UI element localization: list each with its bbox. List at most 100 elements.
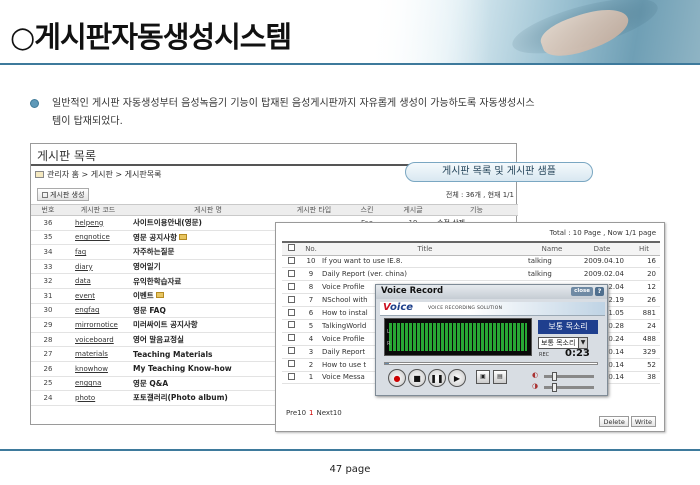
row-checkbox-cell [282,319,300,333]
post-cell-hit: 16 [628,255,660,269]
board-cell-text: faq [75,247,87,256]
board-column-header: 게시글 [391,204,435,216]
record-button[interactable]: ● [388,369,406,387]
board-cell-text: 포토갤러리(Photo album) [133,393,228,403]
close-button[interactable]: close [571,287,593,296]
row-checkbox[interactable] [287,360,295,368]
board-cell-no: 32 [31,273,65,289]
board-cell-no: 31 [31,288,65,304]
row-checkbox[interactable] [287,282,295,290]
mic-volume-slider[interactable] [544,372,594,381]
post-cell-title[interactable]: If you want to use IE.8. [322,255,528,269]
upload-button[interactable]: ▤ [493,370,507,384]
speaker-icon: ◑ [532,382,539,390]
create-board-button[interactable]: 게시판 생성 [37,188,90,201]
stop-button[interactable]: ■ [408,369,426,387]
board-cell-no: 36 [31,215,65,231]
post-cell-no: 10 [300,255,322,269]
board-cell-code[interactable]: mirrornotice [65,317,131,333]
board-cell-text: 25 [43,379,53,388]
row-checkbox[interactable] [287,334,295,342]
board-cell-code[interactable]: knowhow [65,361,131,377]
sample-caption: 게시판 목록 및 게시판 샘플 [405,162,593,182]
board-cell-code[interactable]: event [65,288,131,304]
board-cell-name: 사이트이용안내(영문) [131,215,285,231]
board-cell-no: 30 [31,303,65,319]
board-cell-code[interactable]: materials [65,346,131,362]
board-cell-text: 영문 공지사항 [133,232,178,242]
board-cell-no: 29 [31,317,65,333]
select-all-checkbox[interactable] [287,244,295,252]
row-checkbox[interactable] [287,295,295,303]
board-cell-code[interactable]: helpeng [65,215,131,231]
row-checkbox[interactable] [287,321,295,329]
pagination: Pre10 1 Next10 [286,409,342,417]
post-cell-title[interactable]: Daily Report (ver. china) [322,267,528,282]
board-cell-no: 24 [31,390,65,406]
post-cell-hit: 488 [628,332,660,346]
upload-icon: ▤ [497,373,503,380]
board-cell-text: Teaching Materials [133,349,213,359]
microphone-icon: ◐ [532,371,539,379]
save-icon: ▣ [480,373,486,380]
board-cell-code[interactable]: engqna [65,376,131,392]
board-column-header: 게시판 타입 [285,204,343,216]
row-checkbox[interactable] [287,269,295,277]
table-row: 9 Daily Report (ver. china) talking 2009.02… [282,267,660,282]
board-cell-text: 영어 말음교정실 [133,335,184,345]
play-icon: ▶ [453,374,461,383]
board-cell-name: 영어 말음교정실 [131,332,285,348]
board-cell-text: 27 [43,350,53,359]
meter-left-label: L [387,329,390,335]
board-cell-name: 영문 공지사항 [131,230,285,246]
speaker-volume-slider[interactable] [544,383,594,392]
voice-logo-text: oice [390,302,414,313]
post-cell-date: 2009.04.10 [576,255,628,269]
post-cell-no: 2 [300,358,322,372]
board-cell-no: 26 [31,361,65,377]
delete-button[interactable]: Delete [599,416,629,427]
board-cell-code[interactable]: engnotice [65,230,131,246]
board-cell-code[interactable]: photo [65,390,131,406]
board-cell-code[interactable]: engfaq [65,303,131,319]
current-page[interactable]: 1 [309,409,313,417]
board-cell-code[interactable]: voiceboard [65,332,131,348]
board-cell-name: 영문 FAQ [131,303,285,319]
list-total: Total : 10 Page , Now 1/1 page [549,229,656,237]
board-cell-text: 36 [43,218,53,227]
board-cell-name: 포토갤러리(Photo album) [131,390,285,406]
save-button[interactable]: ▣ [476,370,490,384]
slide-header: ○게시판자동생성시스템 [0,0,700,64]
write-button[interactable]: Write [630,416,656,427]
post-cell-hit: 26 [628,293,660,308]
post-cell-hit: 881 [628,306,660,320]
row-checkbox[interactable] [287,372,295,380]
board-cell-code[interactable]: faq [65,244,131,260]
board-cell-text: mirrornotice [75,320,118,329]
write-label: Write [634,418,652,426]
row-checkbox[interactable] [287,347,295,355]
slider-knob[interactable] [552,372,557,381]
board-cell-text: knowhow [75,364,108,373]
board-cell-text: 미러싸이트 공지사항 [133,320,198,330]
play-button[interactable]: ▶ [448,369,466,387]
prev-page-link[interactable]: Pre10 [286,409,306,417]
board-cell-name: 이벤트 [131,288,285,304]
board-cell-code[interactable]: diary [65,259,131,275]
next-page-link[interactable]: Next10 [317,409,342,417]
folder-icon [35,171,44,178]
row-checkbox[interactable] [287,256,295,264]
voice-title-bar: Voice Record close ? [376,285,607,299]
board-cell-code[interactable]: data [65,273,131,289]
post-cell-date: 2009.02.04 [576,267,628,282]
board-cell-text: 유익한학습자료 [133,276,182,286]
board-cell-no: 28 [31,332,65,348]
help-button[interactable]: ? [595,287,604,296]
page-icon [42,192,48,198]
row-checkbox[interactable] [287,308,295,316]
slider-knob[interactable] [552,383,557,392]
record-progress[interactable] [384,362,598,365]
pause-button[interactable]: ❚❚ [428,369,446,387]
meter-right-label: R [387,341,391,347]
board-cell-name: 유익한학습자료 [131,273,285,289]
